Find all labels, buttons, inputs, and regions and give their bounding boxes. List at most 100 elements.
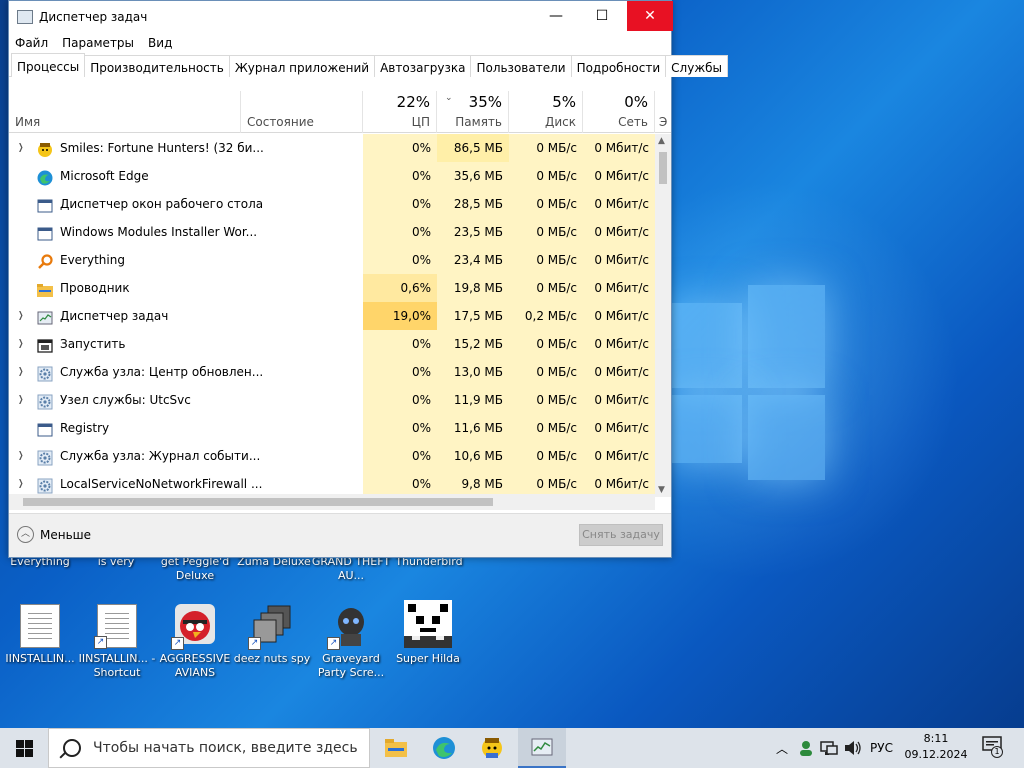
minimize-button[interactable]: — xyxy=(533,1,579,31)
column-header-row: Имя Состояние 22% ЦП ⌄ 35% Память 5% Дис… xyxy=(9,91,671,133)
process-name: Smiles: Fortune Hunters! (32 би... xyxy=(60,141,264,155)
process-name-cell: ❯ Служба узла: Центр обновлен... xyxy=(9,358,363,386)
skull-icon: ↗ xyxy=(327,604,371,650)
disk-cell: 0,2 МБ/с xyxy=(509,302,583,330)
desktop-label-peggle[interactable]: get Peggle'd Deluxe xyxy=(155,555,235,583)
user-icon[interactable] xyxy=(798,740,814,756)
horizontal-scroll-thumb[interactable] xyxy=(23,498,493,506)
magnifier-icon xyxy=(37,252,53,269)
table-row[interactable]: Registry 0% 11,6 МБ 0 МБ/с 0 Мбит/с xyxy=(9,414,655,442)
column-disk[interactable]: 5% Диск xyxy=(509,91,583,133)
notification-center-button[interactable]: 1 xyxy=(982,736,1004,760)
desktop-icon-label: IINSTALLIN... xyxy=(5,652,75,665)
tab-users[interactable]: Пользователи xyxy=(470,55,572,77)
taskbar-file-explorer[interactable] xyxy=(372,728,420,768)
table-row[interactable]: ❯ Служба узла: Центр обновлен... 0% 13,0 МБ… xyxy=(9,358,655,386)
tab-processes[interactable]: Процессы xyxy=(11,53,86,77)
memory-cell: 17,5 МБ xyxy=(437,302,509,330)
column-cpu[interactable]: 22% ЦП xyxy=(363,91,437,133)
close-button[interactable]: ✕ xyxy=(627,1,673,31)
vertical-scroll-thumb[interactable] xyxy=(659,152,667,184)
end-task-button[interactable]: Снять задачу xyxy=(579,524,663,546)
table-row[interactable]: Проводник 0,6% 19,8 МБ 0 МБ/с 0 Мбит/с xyxy=(9,274,655,302)
table-row[interactable]: ❯ Узел службы: UtcSvc 0% 11,9 МБ 0 МБ/с 0 Мби… xyxy=(9,386,655,414)
horizontal-scrollbar[interactable] xyxy=(9,494,655,510)
scroll-down-icon[interactable]: ▼ xyxy=(658,485,665,495)
vertical-scrollbar[interactable]: ▲ ▼ xyxy=(655,134,671,497)
gear-icon xyxy=(37,364,53,382)
process-name: Запустить xyxy=(60,337,126,351)
table-row[interactable]: ❯ Служба узла: Журнал событи... 0% 10,6 МБ 0… xyxy=(9,442,655,470)
menu-file[interactable]: Файл xyxy=(15,36,48,50)
show-hidden-icons-icon[interactable]: ︿ xyxy=(776,740,788,757)
task-manager-window[interactable]: Диспетчер задач — ☐ ✕ Файл Параметры Вид… xyxy=(8,0,729,558)
network-icon[interactable] xyxy=(820,740,838,756)
input-language[interactable]: РУС xyxy=(870,741,893,755)
table-row[interactable]: Диспетчер окон рабочего стола 0% 28,5 МБ 0 … xyxy=(9,190,655,218)
expand-chevron-icon[interactable]: ❯ xyxy=(18,134,23,162)
column-cpu-label: ЦП xyxy=(411,115,430,129)
clock[interactable]: 8:11 09.12.2024 xyxy=(900,731,972,763)
taskbar-game[interactable] xyxy=(468,728,516,768)
fewer-details-label: Меньше xyxy=(40,527,92,542)
network-cell: 0 Мбит/с xyxy=(583,302,655,330)
table-row[interactable]: ❯ Smiles: Fortune Hunters! (32 би... 0% 86,… xyxy=(9,134,655,162)
desktop-icon-installin-shortcut[interactable]: ↗ IINSTALLIN... - Shortcut xyxy=(77,604,157,680)
menu-view[interactable]: Вид xyxy=(148,36,172,50)
cpu-cell: 0% xyxy=(363,442,437,470)
start-button[interactable] xyxy=(0,728,48,768)
table-row[interactable]: Windows Modules Installer Wor... 0% 23,5 М… xyxy=(9,218,655,246)
table-row[interactable]: ❯ Запустить 0% 15,2 МБ 0 МБ/с 0 Мбит/с xyxy=(9,330,655,358)
scroll-up-icon[interactable]: ▲ xyxy=(658,136,665,146)
tab-app-history[interactable]: Журнал приложений xyxy=(228,55,376,77)
desktop-icon-label: Super Hilda xyxy=(396,652,460,665)
column-disk-label: Диск xyxy=(544,115,576,129)
desktop-icon-super-hilda[interactable]: Super Hilda xyxy=(388,600,468,666)
desktop-label-gta[interactable]: GRAND THEFT AU... xyxy=(311,555,391,583)
column-status-label: Состояние xyxy=(247,115,314,129)
memory-total: 35% xyxy=(468,93,502,111)
expand-chevron-icon[interactable]: ❯ xyxy=(18,302,23,330)
title-bar[interactable]: Диспетчер задач — ☐ ✕ xyxy=(9,1,673,33)
desktop-icon-graveyard-party[interactable]: ↗ Graveyard Party Scre... xyxy=(311,604,391,680)
column-network[interactable]: 0% Сеть xyxy=(583,91,655,133)
table-row[interactable]: Everything 0% 23,4 МБ 0 МБ/с 0 Мбит/с xyxy=(9,246,655,274)
fewer-details-button[interactable]: ︿ Меньше xyxy=(17,526,91,543)
network-cell: 0 Мбит/с xyxy=(583,414,655,442)
column-name[interactable]: Имя xyxy=(9,91,241,133)
column-status[interactable]: Состояние xyxy=(241,91,363,133)
menu-options[interactable]: Параметры xyxy=(62,36,134,50)
edge-icon xyxy=(433,737,455,759)
table-row[interactable]: ❯ LocalServiceNoNetworkFirewall ... 0% 9,8 … xyxy=(9,470,655,497)
expand-chevron-icon[interactable]: ❯ xyxy=(18,358,23,386)
maximize-button[interactable]: ☐ xyxy=(579,1,625,31)
tab-services[interactable]: Службы xyxy=(665,55,729,77)
expand-chevron-icon[interactable]: ❯ xyxy=(18,330,23,358)
tab-performance[interactable]: Производительность xyxy=(84,55,230,77)
desktop-icon-deez-nuts-spy[interactable]: ↗ deez nuts spy xyxy=(232,604,312,666)
table-row[interactable]: Microsoft Edge 0% 35,6 МБ 0 МБ/с 0 Мбит/с xyxy=(9,162,655,190)
desktop-icon-aggressive-avians[interactable]: ↗ AGGRESSIVE AVIANS xyxy=(155,604,235,680)
taskbar-task-manager[interactable] xyxy=(518,728,566,768)
tab-startup[interactable]: Автозагрузка xyxy=(374,55,472,77)
disk-cell: 0 МБ/с xyxy=(509,190,583,218)
desktop-icon-installin[interactable]: IINSTALLIN... xyxy=(0,604,80,666)
memory-cell: 9,8 МБ xyxy=(437,470,509,497)
process-name-cell: Проводник xyxy=(9,274,363,302)
expand-chevron-icon[interactable]: ❯ xyxy=(18,442,23,470)
column-memory-label: Память xyxy=(455,115,502,129)
search-box[interactable]: Чтобы начать поиск, введите здесь xyxy=(48,728,370,768)
cpu-cell: 0% xyxy=(363,218,437,246)
taskbar: Чтобы начать поиск, введите здесь ︿ РУС … xyxy=(0,728,1024,768)
table-row[interactable]: ❯ Диспетчер задач 19,0% 17,5 МБ 0,2 МБ/с 0 Мб… xyxy=(9,302,655,330)
tab-details[interactable]: Подробности xyxy=(570,55,667,77)
expand-chevron-icon[interactable]: ❯ xyxy=(18,470,23,497)
volume-icon[interactable] xyxy=(844,740,862,756)
process-name: Everything xyxy=(60,253,125,267)
column-more[interactable]: Э xyxy=(655,91,671,133)
edge-icon xyxy=(37,168,53,186)
column-memory[interactable]: ⌄ 35% Память xyxy=(437,91,509,133)
taskbar-edge[interactable] xyxy=(420,728,468,768)
process-name-cell: ❯ Узел службы: UtcSvc xyxy=(9,386,363,414)
expand-chevron-icon[interactable]: ❯ xyxy=(18,386,23,414)
